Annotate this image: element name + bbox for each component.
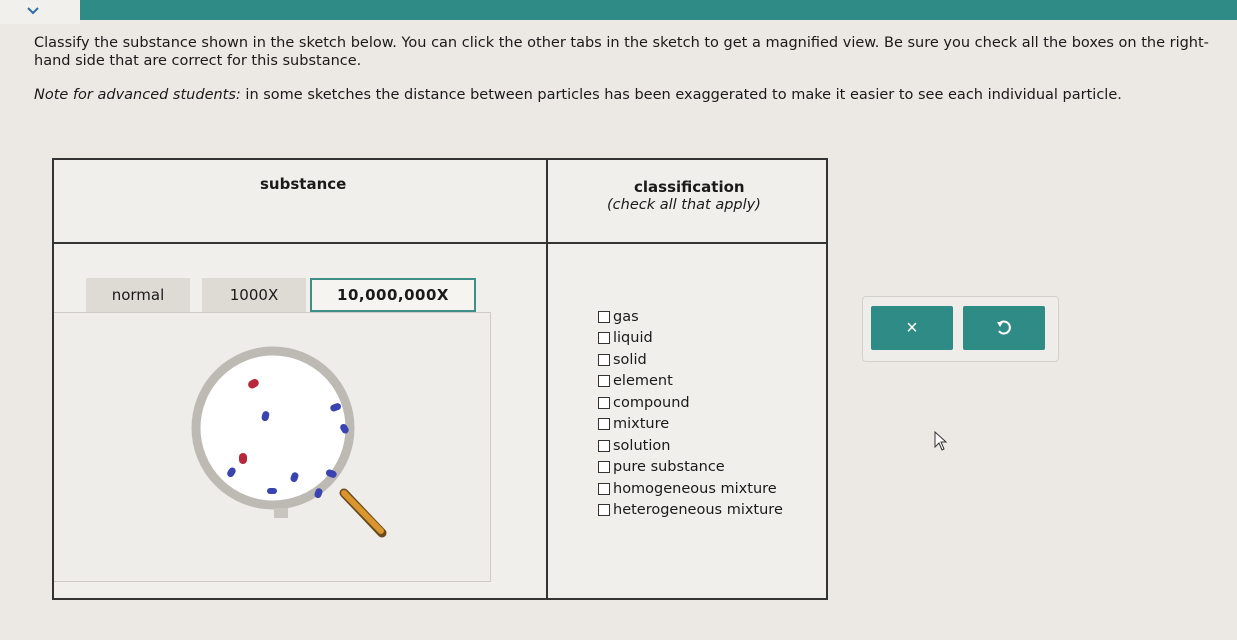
tab-1000x[interactable]: 1000X bbox=[202, 278, 306, 312]
undo-icon bbox=[997, 320, 1011, 335]
option-solution[interactable]: solution bbox=[598, 435, 783, 457]
option-gas[interactable]: gas bbox=[598, 306, 783, 328]
clear-button[interactable]: × bbox=[871, 306, 953, 350]
column-divider bbox=[546, 160, 548, 598]
option-label: mixture bbox=[613, 416, 670, 433]
substance-header: substance bbox=[260, 175, 347, 193]
option-label: homogeneous mixture bbox=[613, 480, 777, 497]
option-label: heterogeneous mixture bbox=[613, 502, 783, 519]
classification-subheader: (check all that apply) bbox=[607, 197, 761, 213]
checkbox[interactable] bbox=[598, 310, 610, 323]
checkbox[interactable] bbox=[598, 418, 610, 431]
classification-header: classification bbox=[634, 178, 745, 196]
checkbox[interactable] bbox=[598, 504, 610, 517]
option-solid[interactable]: solid bbox=[598, 349, 783, 371]
magnifier-handle bbox=[341, 490, 384, 534]
checkbox[interactable] bbox=[598, 396, 610, 409]
checkbox[interactable] bbox=[598, 439, 610, 452]
checkbox[interactable] bbox=[598, 461, 610, 474]
option-heterogeneous-mixture[interactable]: heterogeneous mixture bbox=[598, 500, 783, 522]
action-panel: × bbox=[862, 296, 1059, 362]
top-bar bbox=[40, 0, 1237, 20]
option-label: liquid bbox=[613, 330, 653, 347]
mouse-cursor-icon bbox=[934, 431, 948, 451]
option-label: solid bbox=[613, 351, 647, 368]
tab-normal[interactable]: normal bbox=[86, 278, 190, 312]
classification-options: gas liquid solid element compound mixtur… bbox=[598, 306, 783, 521]
option-liquid[interactable]: liquid bbox=[598, 328, 783, 350]
option-mixture[interactable]: mixture bbox=[598, 414, 783, 436]
undo-button[interactable] bbox=[963, 306, 1045, 350]
option-pure-substance[interactable]: pure substance bbox=[598, 457, 783, 479]
option-label: gas bbox=[613, 308, 639, 325]
option-label: solution bbox=[613, 437, 671, 454]
checkbox[interactable] bbox=[598, 332, 610, 345]
blue-particle bbox=[267, 488, 277, 494]
magnified-view-panel bbox=[54, 312, 491, 582]
classification-table: substance classification (check all that… bbox=[52, 158, 828, 600]
option-label: compound bbox=[613, 394, 690, 411]
magnifier-base bbox=[274, 508, 288, 518]
option-element[interactable]: element bbox=[598, 371, 783, 393]
checkbox[interactable] bbox=[598, 482, 610, 495]
tab-10000000x[interactable]: 10,000,000X bbox=[310, 278, 476, 312]
red-particle bbox=[239, 453, 247, 464]
collapse-area[interactable] bbox=[0, 0, 80, 24]
note-label: Note for advanced students: bbox=[34, 87, 241, 103]
note-body: in some sketches the distance between pa… bbox=[240, 87, 1122, 103]
chevron-down-icon[interactable] bbox=[26, 4, 40, 18]
header-divider bbox=[54, 242, 826, 244]
option-compound[interactable]: compound bbox=[598, 392, 783, 414]
option-label: element bbox=[613, 373, 673, 390]
magnifier-lens bbox=[191, 346, 355, 510]
instructions-text: Classify the substance shown in the sket… bbox=[34, 35, 1209, 69]
checkbox[interactable] bbox=[598, 353, 610, 366]
magnifier-sketch bbox=[191, 346, 387, 538]
note-text: Note for advanced students: in some sket… bbox=[34, 87, 1224, 103]
option-label: pure substance bbox=[613, 459, 725, 476]
option-homogeneous-mixture[interactable]: homogeneous mixture bbox=[598, 478, 783, 500]
checkbox[interactable] bbox=[598, 375, 610, 388]
